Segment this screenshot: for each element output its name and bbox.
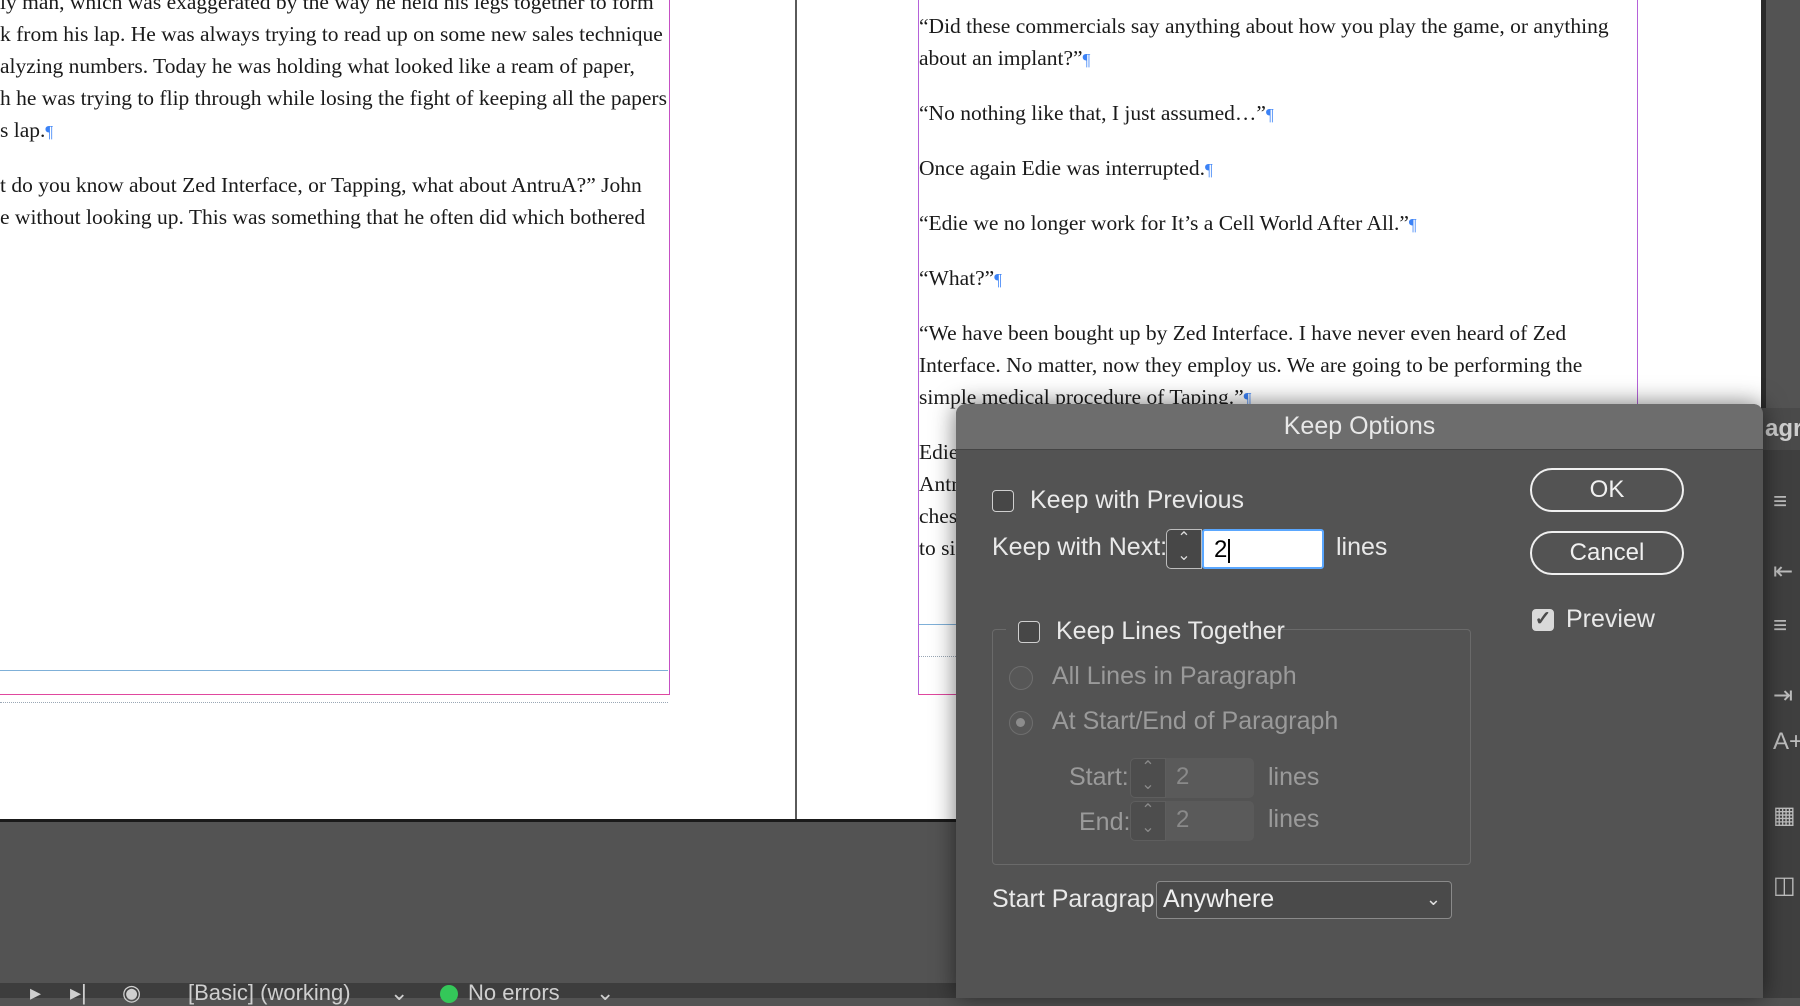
pilcrow-mark: ¶ [1408,215,1417,234]
left-page: ly man, which was exaggerated by the way… [0,0,795,819]
start-input[interactable]: 2 [1166,758,1254,798]
pilcrow-mark: ¶ [994,270,1002,289]
align-left-icon[interactable]: ≡ [1773,488,1800,516]
start-end-radio[interactable] [1009,711,1033,735]
spread-right-edge [1761,0,1766,408]
play-icon[interactable]: ▸ [30,980,41,1006]
start-paragraph-select[interactable]: Anywhere ⌄ [1156,881,1452,919]
right-line: “Did these commercials say anything abou… [919,14,1609,38]
start-end-label[interactable]: At Start/End of Paragraph [1052,707,1338,736]
last-page-icon[interactable]: ▸| [70,980,87,1006]
end-unit: lines [1268,805,1320,833]
keep-lines-together-checkbox[interactable] [1018,621,1040,643]
left-line: t do you know about Zed Interface, or Ta… [0,173,642,197]
right-line: about an implant?” [919,46,1083,70]
left-line: e without looking up. This was something… [0,205,646,229]
keep-with-next-unit: lines [1336,533,1388,561]
keep-with-previous-checkbox[interactable] [992,490,1014,512]
right-line: Interface. No matter, now they employ us… [919,353,1583,377]
drop-cap-icon[interactable]: A+ [1773,728,1800,756]
chevron-up-icon[interactable]: ⌃ [1167,530,1201,547]
left-line: s lap. [0,118,46,142]
cancel-button[interactable]: Cancel [1530,531,1684,575]
chevron-down-icon[interactable]: ⌄ [1131,819,1165,836]
chevron-down-icon[interactable]: ⌄ [1131,776,1165,793]
chevron-down-icon[interactable]: ⌄ [596,980,614,1006]
style-status[interactable]: [Basic] (working) [188,980,351,1006]
left-line: k from his lap. He was always trying to … [0,22,663,46]
dialog-title: Keep Options [1283,412,1436,440]
span-columns-icon[interactable]: ◫ [1773,872,1800,900]
ok-button[interactable]: OK [1530,468,1684,512]
status-bar: ▸ ▸| ◉ [Basic] (working) ⌄ No errors ⌄ [0,980,960,1005]
keep-with-previous-label[interactable]: Keep with Previous [1030,486,1244,515]
left-baseline-guide [0,670,668,671]
paragraph-panel: agra ≡ ⇤ ≡ ⇥ A+ ▦ ◫ [1760,408,1800,998]
right-line: “What?” [919,266,995,290]
text-caret [1228,538,1231,563]
first-line-indent-icon[interactable]: ⇥ [1773,682,1800,710]
start-paragraph-value: Anywhere [1163,885,1275,913]
chevron-down-icon[interactable]: ⌄ [1167,547,1201,564]
chevron-down-icon: ⌄ [1425,889,1441,909]
keep-with-next-input[interactable]: 2 [1202,529,1324,569]
left-text-frame[interactable]: ly man, which was exaggerated by the way… [0,0,667,233]
start-unit: lines [1268,763,1320,791]
chevron-up-icon[interactable]: ⌃ [1131,759,1165,776]
grid-align-icon[interactable]: ▦ [1773,802,1800,830]
right-line: “Edie we no longer work for It’s a Cell … [919,211,1409,235]
keep-with-next-label: Keep with Next: [992,533,1168,561]
end-input[interactable]: 2 [1166,801,1254,841]
pilcrow-mark: ¶ [1082,50,1091,69]
left-line: h he was trying to flip through while lo… [0,86,667,110]
panel-tab-paragraph[interactable]: agra [1761,408,1800,450]
document-open-icon[interactable]: ◉ [122,980,141,1006]
pilcrow-mark: ¶ [1265,105,1274,124]
keep-lines-together-label[interactable]: Keep Lines Together [1056,617,1285,646]
right-line: Once again Edie was interrupted. [919,156,1205,180]
preview-checkbox[interactable]: ✓ [1532,609,1554,631]
preview-label[interactable]: Preview [1566,605,1655,634]
preflight-status[interactable]: No errors [468,980,560,1006]
chevron-down-icon[interactable]: ⌄ [390,980,408,1006]
keep-with-next-stepper[interactable]: ⌃ ⌄ [1166,529,1202,569]
end-label: End: [1079,808,1131,836]
left-line: ly man, which was exaggerated by the way… [0,0,654,14]
all-lines-label[interactable]: All Lines in Paragraph [1052,662,1297,691]
left-line: alyzing numbers. Today he was holding wh… [0,54,635,78]
start-label: Start: [1069,763,1129,791]
pasteboard: ly man, which was exaggerated by the way… [0,0,1800,1005]
start-stepper[interactable]: ⌃ ⌄ [1130,758,1166,798]
start-paragraph-label: Start Paragraph: [992,885,1176,913]
left-dotted-guide [0,702,668,703]
pilcrow-mark: ¶ [45,122,54,141]
keep-with-next-value: 2 [1214,536,1228,563]
right-line: “We have been bought up by Zed Interface… [919,321,1567,345]
indent-right-icon[interactable]: ≡ [1773,612,1800,640]
dialog-titlebar[interactable]: Keep Options [956,404,1763,450]
all-lines-radio[interactable] [1009,666,1033,690]
preflight-ok-icon [440,985,458,1003]
keep-options-dialog: Keep Options Keep with Previous Keep wit… [956,404,1763,998]
pilcrow-mark: ¶ [1204,160,1213,179]
right-line: “No nothing like that, I just assumed…” [919,101,1266,125]
end-stepper[interactable]: ⌃ ⌄ [1130,801,1166,841]
chevron-up-icon[interactable]: ⌃ [1131,802,1165,819]
indent-left-icon[interactable]: ⇤ [1773,558,1800,586]
